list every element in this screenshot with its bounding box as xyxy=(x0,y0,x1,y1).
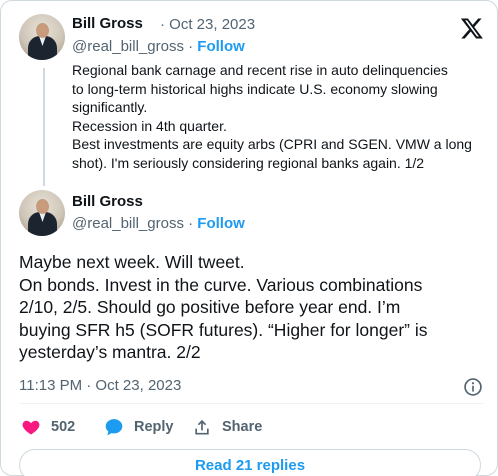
tweet-text-line: to long-term historical highs indicate U… xyxy=(72,80,438,97)
like-button[interactable]: 502 xyxy=(21,417,75,437)
separator-dot: · xyxy=(160,16,165,33)
tweet-text-line: Maybe next week. Will tweet. xyxy=(19,252,245,272)
separator-dot: · xyxy=(188,38,194,55)
reply-label: Reply xyxy=(134,419,174,435)
handle-line: @real_bill_gross · Follow xyxy=(72,38,245,55)
author-handle[interactable]: @real_bill_gross xyxy=(72,215,184,232)
author-name[interactable]: Bill Gross xyxy=(72,15,143,32)
author-name[interactable]: Bill Gross xyxy=(72,193,143,210)
tweet-text-line: shot). I'm seriously considering regiona… xyxy=(72,154,425,171)
read-replies-button[interactable]: Read 21 replies xyxy=(19,449,481,476)
tweet-date-line: · Oct 23, 2023 xyxy=(160,16,255,33)
tweet-text-line: Regional bank carnage and recent rise in… xyxy=(72,62,448,78)
tweet-text-line: significantly. xyxy=(72,99,148,115)
reply-bubble-icon xyxy=(105,419,123,436)
author-avatar[interactable] xyxy=(19,190,65,236)
heart-icon xyxy=(22,420,40,435)
x-logo-icon[interactable] xyxy=(460,16,484,40)
tweet-text-line: Best investments are equity arbs (CPRI a… xyxy=(72,136,472,152)
tweet-text: Maybe next week. Will tweet. On bonds. I… xyxy=(19,251,489,364)
tweet-text-line: On bonds. Invest in the curve. Various c… xyxy=(19,274,423,295)
reply-button[interactable]: Reply xyxy=(104,417,174,437)
thread-connector-line xyxy=(43,68,45,186)
tweet-text-line: Recession in 4th quarter. xyxy=(72,117,227,134)
follow-button[interactable]: Follow xyxy=(197,38,245,55)
tweet-text-line: yesterday’s mantra. 2/2 xyxy=(19,342,201,362)
author-avatar[interactable] xyxy=(19,14,65,60)
share-label: Share xyxy=(222,419,263,435)
separator-dot: · xyxy=(188,215,194,232)
tweet-timestamp[interactable]: 11:13 PM · Oct 23, 2023 xyxy=(19,377,181,394)
tweet-date[interactable]: Oct 23, 2023 xyxy=(169,16,255,33)
tweet-embed-card: Bill Gross · Oct 23, 2023 @real_bill_gro… xyxy=(0,0,498,476)
tweet-text-line: 2/10, 2/5. Should go positive before yea… xyxy=(19,297,401,317)
like-count: 502 xyxy=(51,419,76,435)
handle-line: @real_bill_gross · Follow xyxy=(72,215,245,232)
info-icon[interactable] xyxy=(463,377,483,397)
tweet-text: Regional bank carnage and recent rise in… xyxy=(72,61,472,172)
divider xyxy=(19,403,483,404)
author-handle[interactable]: @real_bill_gross xyxy=(72,38,184,55)
share-button[interactable]: Share xyxy=(192,417,262,437)
share-icon xyxy=(195,419,209,435)
follow-button[interactable]: Follow xyxy=(197,215,245,232)
tweet-text-line: buying SFR h5 (SOFR futures). “Higher fo… xyxy=(19,319,428,340)
